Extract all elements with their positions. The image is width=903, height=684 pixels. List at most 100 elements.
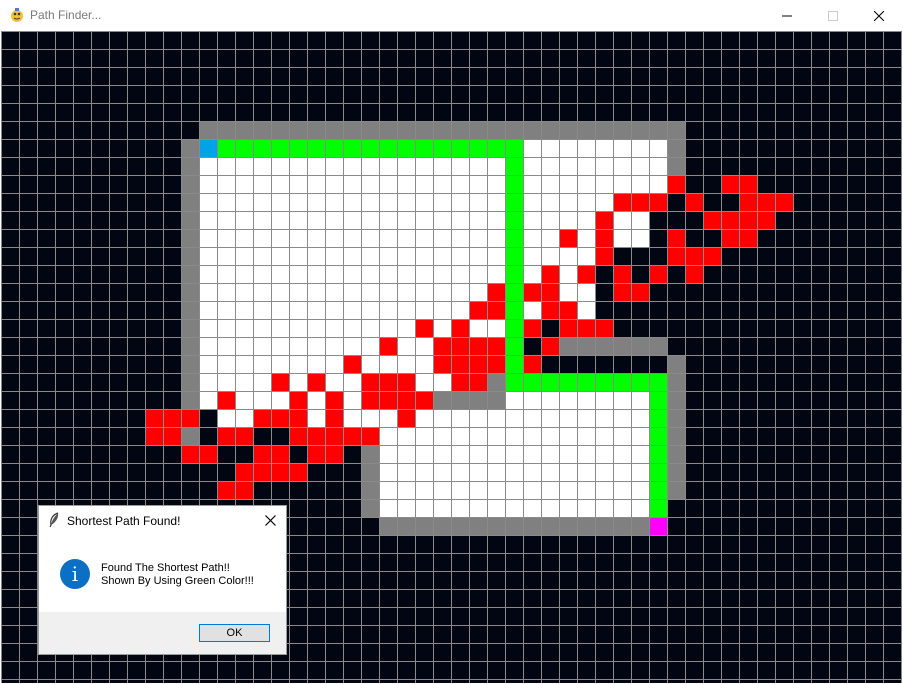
explored-cell[interactable]	[667, 247, 685, 265]
wall-cell[interactable]	[667, 373, 685, 391]
explored-cell[interactable]	[397, 409, 415, 427]
explored-cell[interactable]	[649, 265, 667, 283]
explored-cell[interactable]	[541, 337, 559, 355]
path-cell[interactable]	[505, 283, 523, 301]
empty-cell[interactable]	[487, 319, 505, 337]
explored-cell[interactable]	[271, 409, 289, 427]
empty-cell[interactable]	[307, 175, 325, 193]
wall-cell[interactable]	[451, 121, 469, 139]
explored-cell[interactable]	[523, 283, 541, 301]
empty-cell[interactable]	[487, 409, 505, 427]
empty-cell[interactable]	[307, 337, 325, 355]
wall-cell[interactable]	[577, 517, 595, 535]
empty-cell[interactable]	[613, 391, 631, 409]
empty-cell[interactable]	[379, 265, 397, 283]
empty-cell[interactable]	[433, 283, 451, 301]
empty-cell[interactable]	[307, 265, 325, 283]
empty-cell[interactable]	[271, 355, 289, 373]
path-cell[interactable]	[415, 139, 433, 157]
empty-cell[interactable]	[595, 157, 613, 175]
explored-cell[interactable]	[433, 355, 451, 373]
wall-cell[interactable]	[307, 121, 325, 139]
empty-cell[interactable]	[253, 157, 271, 175]
end-cell[interactable]	[649, 517, 667, 535]
empty-cell[interactable]	[397, 193, 415, 211]
empty-cell[interactable]	[415, 265, 433, 283]
explored-cell[interactable]	[739, 229, 757, 247]
empty-cell[interactable]	[595, 427, 613, 445]
empty-cell[interactable]	[379, 211, 397, 229]
empty-cell[interactable]	[577, 157, 595, 175]
empty-cell[interactable]	[559, 499, 577, 517]
explored-cell[interactable]	[145, 427, 163, 445]
path-cell[interactable]	[505, 355, 523, 373]
empty-cell[interactable]	[523, 391, 541, 409]
explored-cell[interactable]	[397, 373, 415, 391]
path-cell[interactable]	[613, 373, 631, 391]
explored-cell[interactable]	[325, 427, 343, 445]
explored-cell[interactable]	[613, 193, 631, 211]
path-cell[interactable]	[433, 139, 451, 157]
empty-cell[interactable]	[235, 157, 253, 175]
empty-cell[interactable]	[199, 319, 217, 337]
empty-cell[interactable]	[577, 427, 595, 445]
path-cell[interactable]	[649, 499, 667, 517]
empty-cell[interactable]	[577, 247, 595, 265]
wall-cell[interactable]	[649, 121, 667, 139]
empty-cell[interactable]	[271, 391, 289, 409]
path-cell[interactable]	[505, 265, 523, 283]
empty-cell[interactable]	[415, 301, 433, 319]
explored-cell[interactable]	[271, 373, 289, 391]
path-cell[interactable]	[271, 139, 289, 157]
explored-cell[interactable]	[487, 301, 505, 319]
empty-cell[interactable]	[253, 283, 271, 301]
ok-button[interactable]: OK	[199, 624, 270, 642]
path-cell[interactable]	[505, 157, 523, 175]
explored-cell[interactable]	[451, 337, 469, 355]
explored-cell[interactable]	[289, 391, 307, 409]
empty-cell[interactable]	[325, 373, 343, 391]
empty-cell[interactable]	[235, 193, 253, 211]
explored-cell[interactable]	[739, 211, 757, 229]
wall-cell[interactable]	[487, 121, 505, 139]
empty-cell[interactable]	[379, 319, 397, 337]
wall-cell[interactable]	[523, 121, 541, 139]
wall-cell[interactable]	[181, 319, 199, 337]
empty-cell[interactable]	[253, 337, 271, 355]
empty-cell[interactable]	[433, 175, 451, 193]
empty-cell[interactable]	[361, 265, 379, 283]
empty-cell[interactable]	[415, 283, 433, 301]
path-cell[interactable]	[289, 139, 307, 157]
empty-cell[interactable]	[433, 499, 451, 517]
empty-cell[interactable]	[595, 445, 613, 463]
empty-cell[interactable]	[217, 301, 235, 319]
path-cell[interactable]	[649, 481, 667, 499]
wall-cell[interactable]	[595, 517, 613, 535]
empty-cell[interactable]	[487, 265, 505, 283]
wall-cell[interactable]	[343, 121, 361, 139]
empty-cell[interactable]	[289, 157, 307, 175]
wall-cell[interactable]	[469, 391, 487, 409]
wall-cell[interactable]	[667, 391, 685, 409]
empty-cell[interactable]	[271, 157, 289, 175]
empty-cell[interactable]	[199, 301, 217, 319]
empty-cell[interactable]	[253, 229, 271, 247]
wall-cell[interactable]	[595, 121, 613, 139]
wall-cell[interactable]	[181, 211, 199, 229]
wall-cell[interactable]	[181, 355, 199, 373]
empty-cell[interactable]	[469, 499, 487, 517]
explored-cell[interactable]	[181, 445, 199, 463]
explored-cell[interactable]	[757, 211, 775, 229]
explored-cell[interactable]	[541, 301, 559, 319]
empty-cell[interactable]	[415, 499, 433, 517]
wall-cell[interactable]	[505, 517, 523, 535]
empty-cell[interactable]	[559, 139, 577, 157]
explored-cell[interactable]	[469, 373, 487, 391]
empty-cell[interactable]	[631, 463, 649, 481]
empty-cell[interactable]	[631, 229, 649, 247]
explored-cell[interactable]	[685, 265, 703, 283]
empty-cell[interactable]	[343, 211, 361, 229]
empty-cell[interactable]	[451, 481, 469, 499]
empty-cell[interactable]	[397, 247, 415, 265]
empty-cell[interactable]	[415, 193, 433, 211]
